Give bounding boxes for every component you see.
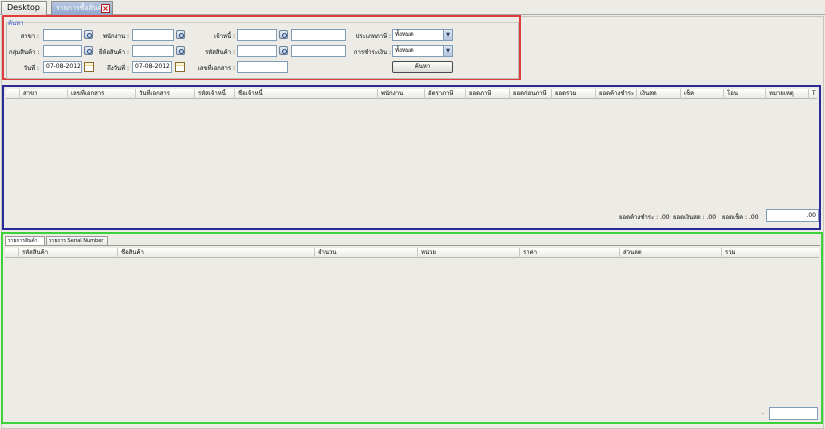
tab-product-list[interactable]: รายการสินค้า bbox=[5, 236, 45, 245]
purchase-grid: สาขา เลขที่เอกสาร วันที่เอกสาร รหัสเจ้าห… bbox=[2, 85, 821, 230]
date-input[interactable]: 07-08-2012 bbox=[43, 61, 82, 73]
to-date-label: ถึงวันที่ : bbox=[107, 65, 129, 72]
col-branch[interactable]: สาขา bbox=[20, 89, 68, 99]
purchase-grid-body[interactable] bbox=[6, 100, 817, 209]
col-outstanding[interactable]: ยอดค้างชำระ bbox=[596, 89, 637, 99]
detail-footer-dot: . bbox=[762, 409, 764, 416]
cheque-label: ยอดเช็ค : bbox=[722, 214, 748, 221]
detail-total-field[interactable] bbox=[769, 407, 818, 420]
cash-label: ยอดเงินสด : bbox=[673, 214, 705, 221]
chevron-down-icon[interactable]: ▼ bbox=[443, 46, 452, 56]
purchase-grid-header: สาขา เลขที่เอกสาร วันที่เอกสาร รหัสเจ้าห… bbox=[6, 89, 817, 99]
product-group-input[interactable] bbox=[43, 45, 82, 57]
col-tax-amount[interactable]: ยอดภาษี bbox=[466, 89, 510, 99]
col-unit[interactable]: หน่วย bbox=[418, 248, 520, 258]
col-tax-rate[interactable]: อัตราภาษี bbox=[425, 89, 466, 99]
detail-tab-divider bbox=[5, 245, 820, 246]
tax-type-select[interactable]: ทั้งหมด ▼ bbox=[392, 29, 453, 41]
brand-label: ยี่ห้อสินค้า : bbox=[98, 49, 129, 56]
detail-grid-header: รหัสสินค้า ชื่อสินค้า จำนวน หน่วย ราคา ส… bbox=[5, 248, 819, 258]
calendar-icon[interactable] bbox=[175, 62, 185, 72]
row-header-corner bbox=[6, 89, 20, 99]
col-total[interactable]: ยอดรวม bbox=[552, 89, 596, 99]
product-code-input[interactable] bbox=[237, 45, 277, 57]
tab-purchase-list[interactable]: รายการซื้อสินค้า × bbox=[51, 1, 113, 15]
col-t[interactable]: T bbox=[809, 89, 817, 99]
cash-value: .00 bbox=[706, 214, 717, 221]
creditor-name-input[interactable] bbox=[291, 29, 346, 41]
product-code-search-icon[interactable] bbox=[279, 46, 288, 55]
employee-input[interactable] bbox=[132, 29, 174, 41]
col-employee[interactable]: พนักงาน bbox=[378, 89, 425, 99]
payment-select[interactable]: ทั้งหมด ▼ bbox=[392, 45, 453, 57]
chevron-down-icon[interactable]: ▼ bbox=[443, 30, 452, 40]
col-creditor-name[interactable]: ชื่อเจ้าหนี้ bbox=[235, 89, 378, 99]
outstanding-label: ยอดค้างชำระ : bbox=[619, 214, 659, 221]
payment-label: การชำระเงิน : bbox=[353, 49, 391, 56]
search-button[interactable]: ค้นหา bbox=[392, 61, 453, 73]
creditor-code-input[interactable] bbox=[237, 29, 277, 41]
search-fieldset-title: ค้นหา bbox=[8, 20, 24, 27]
row-header-corner bbox=[5, 248, 19, 258]
tab-desktop[interactable]: Desktop bbox=[1, 1, 47, 15]
branch-search-icon[interactable] bbox=[84, 30, 93, 39]
cheque-summary: ยอดเช็ค : .00 bbox=[722, 212, 759, 222]
employee-label: พนักงาน : bbox=[102, 33, 129, 40]
calendar-icon[interactable] bbox=[84, 62, 94, 72]
product-name-input[interactable] bbox=[291, 45, 346, 57]
col-discount[interactable]: ส่วนลด bbox=[620, 248, 722, 258]
date-label: วันที่ : bbox=[23, 65, 39, 72]
doc-no-label: เลขที่เอกสาร : bbox=[197, 65, 235, 72]
col-line-total[interactable]: รวม bbox=[722, 248, 819, 258]
product-code-label: รหัสสินค้า : bbox=[205, 49, 235, 56]
col-creditor-code[interactable]: รหัสเจ้าหนี้ bbox=[195, 89, 235, 99]
branch-label: สาขา : bbox=[20, 33, 39, 40]
col-price[interactable]: ราคา bbox=[520, 248, 620, 258]
product-group-label: กลุ่มสินค้า : bbox=[9, 49, 40, 56]
tax-type-label: ประเภทภาษี : bbox=[355, 33, 391, 40]
creditor-search-icon[interactable] bbox=[279, 30, 288, 39]
col-note[interactable]: หมายเหตุ bbox=[766, 89, 809, 99]
detail-grid-body[interactable] bbox=[5, 259, 819, 403]
branch-input[interactable] bbox=[43, 29, 82, 41]
col-cash[interactable]: เงินสด bbox=[637, 89, 681, 99]
col-product-name[interactable]: ชื่อสินค้า bbox=[118, 248, 315, 258]
brand-input[interactable] bbox=[132, 45, 174, 57]
outstanding-value: .00 bbox=[660, 214, 670, 221]
tab-serial-number[interactable]: รายการ Serial Number bbox=[46, 236, 108, 245]
to-date-input[interactable]: 07-08-2012 bbox=[132, 61, 172, 73]
cash-summary: ยอดเงินสด : .00 bbox=[673, 212, 716, 222]
product-group-search-icon[interactable] bbox=[84, 46, 93, 55]
payment-value: ทั้งหมด bbox=[395, 47, 414, 54]
document-tab-bar: Desktop รายการซื้อสินค้า × bbox=[0, 0, 825, 15]
total-summary-field[interactable]: .00 bbox=[766, 209, 819, 222]
creditor-label: เจ้าหนี้ : bbox=[214, 33, 235, 40]
close-icon[interactable]: × bbox=[101, 4, 110, 13]
col-product-code[interactable]: รหัสสินค้า bbox=[19, 248, 118, 258]
employee-search-icon[interactable] bbox=[176, 30, 185, 39]
cheque-value: .00 bbox=[749, 214, 759, 221]
tax-type-value: ทั้งหมด bbox=[395, 31, 414, 38]
col-doc-no[interactable]: เลขที่เอกสาร bbox=[68, 89, 136, 99]
tab-purchase-list-label: รายการซื้อสินค้า bbox=[56, 4, 107, 12]
col-cheque[interactable]: เช็ค bbox=[681, 89, 724, 99]
col-transfer[interactable]: โอน bbox=[724, 89, 766, 99]
doc-no-input[interactable] bbox=[237, 61, 288, 73]
outstanding-summary: ยอดค้างชำระ : .00 bbox=[619, 212, 670, 222]
brand-search-icon[interactable] bbox=[176, 46, 185, 55]
col-doc-date[interactable]: วันที่เอกสาร bbox=[136, 89, 195, 99]
col-quantity[interactable]: จำนวน bbox=[315, 248, 418, 258]
col-pre-tax[interactable]: ยอดก่อนภาษี bbox=[510, 89, 552, 99]
detail-panel: รายการสินค้า รายการ Serial Number รหัสสิ… bbox=[1, 232, 823, 424]
